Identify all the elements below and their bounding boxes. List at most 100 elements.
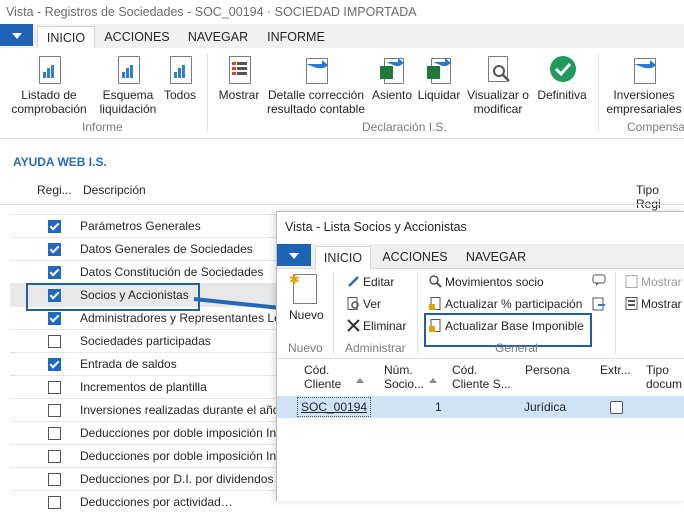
list-view-icon bbox=[225, 54, 253, 84]
popup-tab-navegar[interactable]: NAVEGAR bbox=[459, 246, 533, 268]
mostrar-button[interactable]: Mostrar bbox=[625, 297, 682, 311]
sort-asc-icon[interactable] bbox=[429, 378, 437, 383]
group-divider bbox=[333, 272, 334, 354]
column-header-cod-cliente[interactable]: Cód. Cliente bbox=[304, 363, 341, 391]
column-header-num-socio[interactable]: Núm. Socio... bbox=[384, 363, 424, 391]
column-header-extr[interactable]: Extr... bbox=[600, 363, 631, 377]
view-doc-icon bbox=[347, 297, 360, 310]
tab-acciones[interactable]: ACCIONES bbox=[101, 26, 173, 48]
window-title-bar: Vista - Registros de Sociedades - SOC_00… bbox=[0, 0, 684, 24]
tab-inicio[interactable]: INICIO bbox=[37, 26, 95, 49]
editar-button[interactable]: Editar bbox=[347, 275, 394, 289]
mostrar-disabled-button[interactable]: Mostrar bbox=[625, 275, 682, 289]
row-label: Deducciones por D.I. por dividendos ( bbox=[80, 472, 281, 486]
ver-button[interactable]: Ver bbox=[347, 297, 381, 311]
group-label-administrar: Administrar bbox=[345, 341, 406, 355]
group-label-nuevo: Nuevo bbox=[288, 341, 323, 355]
row-label: Deducciones por doble imposición In bbox=[80, 426, 277, 440]
row-checkbox[interactable] bbox=[48, 266, 61, 279]
list-item[interactable]: Deducciones por doble imposición In bbox=[10, 421, 280, 445]
row-checkbox[interactable] bbox=[48, 404, 61, 417]
table-row[interactable]: SOC_00194 1 Jurídica bbox=[277, 396, 684, 418]
list-item[interactable]: Deducciones por D.I. por dividendos ( bbox=[10, 467, 281, 491]
refresh-doc-icon bbox=[429, 297, 442, 310]
tab-navegar[interactable]: NAVEGAR bbox=[184, 26, 252, 48]
row-checkbox[interactable] bbox=[48, 220, 61, 233]
row-checkbox[interactable] bbox=[48, 427, 61, 440]
row-checkbox[interactable] bbox=[48, 358, 61, 371]
row-label: Parámetros Generales bbox=[80, 219, 201, 233]
eliminar-button[interactable]: Eliminar bbox=[347, 319, 406, 333]
movimientos-socio-button[interactable]: Movimientos socio bbox=[429, 275, 544, 289]
row-label: Incrementos de plantilla bbox=[80, 380, 207, 394]
row-checkbox[interactable] bbox=[48, 450, 61, 463]
row-label: Datos Generales de Sociedades bbox=[80, 242, 253, 256]
row-checkbox[interactable] bbox=[48, 335, 61, 348]
actualizar-participacion-button[interactable]: Actualizar % participación bbox=[429, 297, 582, 311]
socios-popup-window: Vista - Lista Socios y Accionistas INICI… bbox=[276, 211, 684, 501]
popup-title: Vista - Lista Socios y Accionistas bbox=[285, 220, 467, 234]
window-title: Vista - Registros de Sociedades - SOC_00… bbox=[6, 5, 417, 19]
document-arrow-icon bbox=[302, 54, 330, 84]
popup-tab-acciones[interactable]: ACCIONES bbox=[377, 246, 453, 268]
export-icon[interactable] bbox=[592, 297, 606, 314]
popup-tab-inicio[interactable]: INICIO bbox=[315, 246, 371, 270]
magnifier-doc-icon bbox=[484, 54, 512, 84]
inversiones-empresariales-button[interactable]: Inversiones empresariales bbox=[604, 54, 684, 116]
row-checkbox[interactable] bbox=[48, 496, 61, 509]
sort-asc-icon[interactable] bbox=[356, 378, 364, 383]
column-header-descripcion[interactable]: Descripción bbox=[83, 183, 146, 197]
list-item[interactable]: Datos Generales de Sociedades bbox=[10, 237, 280, 261]
section-heading: AYUDA WEB I.S. bbox=[13, 155, 107, 169]
column-header-cod-cliente-s[interactable]: Cód. Cliente S... bbox=[452, 363, 511, 391]
listado-comprobacion-button[interactable]: Listado de comprobación bbox=[8, 54, 90, 116]
report-icon bbox=[35, 54, 63, 84]
excel-doc-icon bbox=[378, 54, 406, 84]
group-divider bbox=[207, 54, 208, 132]
row-checkbox[interactable] bbox=[48, 473, 61, 486]
row-checkbox[interactable] bbox=[48, 243, 61, 256]
row-label: Deducciones por actividad… bbox=[80, 495, 233, 509]
visualizar-modificar-button[interactable]: Visualizar o modificar bbox=[464, 54, 532, 116]
cell-cod-cliente[interactable]: SOC_00194 bbox=[301, 400, 367, 414]
column-header-tipo-documento[interactable]: Tipo docum bbox=[646, 363, 682, 391]
search-doc-icon bbox=[429, 275, 442, 288]
list-item[interactable]: Deducciones por actividad… bbox=[10, 490, 280, 514]
column-header-tipo-regi[interactable]: Tipo Regi bbox=[636, 183, 684, 211]
column-header-regi[interactable]: Regi... bbox=[37, 183, 72, 197]
group-label-informe: Informe bbox=[82, 120, 123, 134]
group-divider bbox=[615, 272, 616, 354]
definitiva-button[interactable]: Definitiva bbox=[534, 54, 590, 102]
highlight-box-socios bbox=[26, 283, 200, 311]
group-label-declaracion: Declaración I.S. bbox=[362, 120, 447, 134]
list-item[interactable]: Entrada de saldos bbox=[10, 352, 280, 376]
todos-button[interactable]: Todos bbox=[160, 54, 200, 102]
asiento-button[interactable]: Asiento bbox=[370, 54, 414, 102]
detalle-correccion-button[interactable]: Detalle corrección resultado contable bbox=[264, 54, 368, 116]
excel-doc-icon bbox=[425, 54, 453, 84]
report-icon bbox=[114, 54, 142, 84]
row-label: Deducciones por doble imposición In bbox=[80, 449, 277, 463]
sparkle-icon: ✱ bbox=[289, 272, 300, 287]
column-header-persona[interactable]: Persona bbox=[525, 363, 570, 377]
list-item[interactable]: Incrementos de plantilla bbox=[10, 375, 280, 399]
ribbon-divider bbox=[277, 358, 684, 359]
mostrar-button[interactable]: Mostrar bbox=[215, 54, 263, 102]
liquidar-button[interactable]: Liquidar bbox=[416, 54, 462, 102]
esquema-liquidacion-button[interactable]: Esquema liquidación bbox=[93, 54, 163, 116]
row-checkbox[interactable] bbox=[48, 381, 61, 394]
list-item[interactable]: Parámetros Generales bbox=[10, 214, 280, 238]
popup-menu-button[interactable] bbox=[277, 244, 311, 266]
cell-extr-checkbox[interactable] bbox=[610, 401, 623, 414]
list-item[interactable]: Inversiones realizadas durante el año bbox=[10, 398, 280, 422]
row-label: Inversiones realizadas durante el año bbox=[80, 403, 280, 417]
tab-informe[interactable]: INFORME bbox=[262, 26, 330, 48]
group-divider bbox=[417, 272, 418, 354]
comment-icon[interactable] bbox=[592, 274, 606, 290]
list-item[interactable]: Deducciones por doble imposición In bbox=[10, 444, 280, 468]
app-menu-button[interactable] bbox=[0, 24, 33, 46]
list-item[interactable]: Datos Constitución de Sociedades bbox=[10, 260, 280, 284]
row-checkbox[interactable] bbox=[48, 312, 61, 325]
header-divider bbox=[0, 204, 684, 205]
list-view-icon bbox=[625, 297, 638, 310]
